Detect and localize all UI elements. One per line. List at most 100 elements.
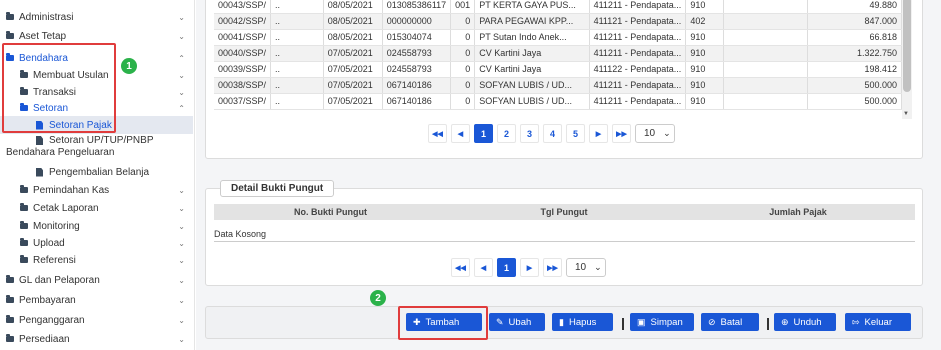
page-size-select[interactable]: 10 ⌄ [635,124,675,143]
page-2-button[interactable]: 2 [497,124,516,143]
chevron-down-icon: ⌄ [178,70,185,80]
table-cell: CV Kartini Jaya [474,45,590,62]
scrollbar[interactable]: ▼ [902,0,912,119]
col-tgl-pungut: Tgl Pungut [540,207,588,217]
table-cell: 910 [685,61,724,78]
table-row[interactable]: 00041/SSP/.. 08/05/2021 015304074 0 PT Sutan… [214,29,903,46]
nav-cetak-laporan[interactable]: Cetak Laporan ⌄ [20,199,193,217]
nav-upload[interactable]: Upload ⌄ [20,234,193,252]
last-page-icon[interactable]: ▶▶ [543,258,562,277]
table-cell: 847.000 [807,13,903,30]
hapus-button[interactable]: ▮ Hapus [552,313,613,331]
nav-persediaan[interactable]: Persediaan ⌄ [6,330,193,348]
nav-setoran-up[interactable]: Setoran UP/TUP/PNBP Bendahara Pengeluara… [6,135,193,161]
page-5-button[interactable]: 5 [566,124,585,143]
ubah-button[interactable]: ✎ Ubah [489,313,545,331]
nav-pemindahan-kas[interactable]: Pemindahan Kas ⌄ [20,181,193,199]
page-1-button[interactable]: 1 [497,258,516,277]
nav-monitoring[interactable]: Monitoring ⌄ [20,217,193,235]
page-4-button[interactable]: 4 [543,124,562,143]
plus-icon: ✚ [413,316,421,327]
pager-detail: ◀◀ ◀ 1 ▶ ▶▶ 10 ⌄ [451,258,606,277]
table-row[interactable]: 00042/SSP/.. 08/05/2021 000000000 0 PARA PEG… [214,13,903,30]
tambah-button[interactable]: ✚ Tambah [406,313,482,331]
table-cell: 0 [450,13,476,30]
table-cell: 411211 - Pendapata... [589,77,687,94]
table-cell: 00037/SSP/ [214,93,272,110]
page-size-select[interactable]: 10 ⌄ [566,258,606,277]
table-cell: 013085386117 [382,0,452,14]
simpan-button[interactable]: ▣ Simpan [630,313,694,331]
table-cell: 024558793 [382,61,452,78]
prev-page-icon[interactable]: ◀ [451,124,470,143]
table-cell: 910 [685,0,724,14]
table-row[interactable]: 00040/SSP/.. 07/05/2021 024558793 0 CV Karti… [214,45,903,62]
trash-icon: ▮ [559,316,564,327]
folder-icon [6,295,14,303]
document-icon [36,136,43,145]
first-page-icon[interactable]: ◀◀ [451,258,470,277]
ssp-table-body: 00043/SSP/.. 08/05/2021 013085386117 001 PT … [214,0,903,110]
table-cell: 66.818 [807,29,903,46]
chevron-down-icon: ⌄ [178,238,185,248]
nav-setoran[interactable]: Setoran ⌃ [20,99,193,117]
folder-icon [6,53,14,61]
nav-aset-tetap[interactable]: Aset Tetap ⌄ [6,27,193,45]
chevron-down-icon: ⌄ [178,87,185,97]
table-cell: 07/05/2021 [323,93,383,110]
nav-referensi[interactable]: Referensi ⌄ [20,251,193,269]
table-cell: PT KERTA GAYA PUS... [474,0,590,14]
chevron-down-icon: ⌄ [178,334,185,344]
unduh-button[interactable]: ⊕ Unduh [774,313,836,331]
nav-setoran-pajak[interactable]: Setoran Pajak [0,116,193,134]
table-cell: SOFYAN LUBIS / UD... [474,93,590,110]
folder-icon [20,221,28,229]
nav-bendahara[interactable]: Bendahara ⌃ [6,49,193,67]
nav-pengembalian-belanja[interactable]: Pengembalian Belanja [36,163,193,181]
table-cell: 00043/SSP/ [214,0,272,14]
step-badge-2: 2 [370,290,386,306]
table-cell: 0 [450,29,476,46]
table-cell: CV Kartini Jaya [474,61,590,78]
nav-administrasi[interactable]: Administrasi ⌄ [6,8,193,26]
table-row[interactable]: 00039/SSP/.. 07/05/2021 024558793 0 CV Karti… [214,61,903,78]
page-3-button[interactable]: 3 [520,124,539,143]
separator [622,318,624,330]
prev-page-icon[interactable]: ◀ [474,258,493,277]
table-cell: SOFYAN LUBIS / UD... [474,77,590,94]
folder-icon [20,238,28,246]
table-cell: 411211 - Pendapata... [589,29,687,46]
scrollbar-thumb[interactable] [903,0,911,92]
scroll-down-arrow-icon[interactable]: ▼ [903,111,909,117]
page-1-button[interactable]: 1 [474,124,493,143]
nav-penganggaran[interactable]: Penganggaran ⌄ [6,311,193,329]
table-cell: 08/05/2021 [323,0,383,14]
table-cell: 024558793 [382,45,452,62]
table-cell: 00042/SSP/ [214,13,272,30]
first-page-icon[interactable]: ◀◀ [428,124,447,143]
nav-membuat-usulan[interactable]: Membuat Usulan ⌄ [20,66,193,84]
folder-icon [6,334,14,342]
next-page-icon[interactable]: ▶ [520,258,539,277]
nav-pembayaran[interactable]: Pembayaran ⌄ [6,291,193,309]
table-cell: 07/05/2021 [323,45,383,62]
table-cell: 500.000 [807,93,903,110]
table-cell [723,0,808,14]
chevron-down-icon: ⌄ [663,128,671,138]
chevron-down-icon: ⌄ [178,12,185,22]
next-page-icon[interactable]: ▶ [589,124,608,143]
folder-icon [6,12,14,20]
col-no-bukti: No. Bukti Pungut [294,207,367,217]
table-row[interactable]: 00043/SSP/.. 08/05/2021 013085386117 001 PT … [214,0,903,14]
table-row[interactable]: 00037/SSP/.. 07/05/2021 067140186 0 SOFYAN L… [214,93,903,110]
col-jumlah-pajak: Jumlah Pajak [769,207,827,217]
folder-icon [20,203,28,211]
chevron-down-icon: ⌄ [178,255,185,265]
keluar-button[interactable]: ⇰ Keluar [845,313,911,331]
nav-gl-pelaporan[interactable]: GL dan Pelaporan ⌄ [6,271,193,289]
batal-button[interactable]: ⊘ Batal [701,313,759,331]
table-row[interactable]: 00038/SSP/.. 07/05/2021 067140186 0 SOFYAN L… [214,77,903,94]
chevron-down-icon: ⌄ [594,262,602,272]
table-cell: 1.322.750 [807,45,903,62]
last-page-icon[interactable]: ▶▶ [612,124,631,143]
